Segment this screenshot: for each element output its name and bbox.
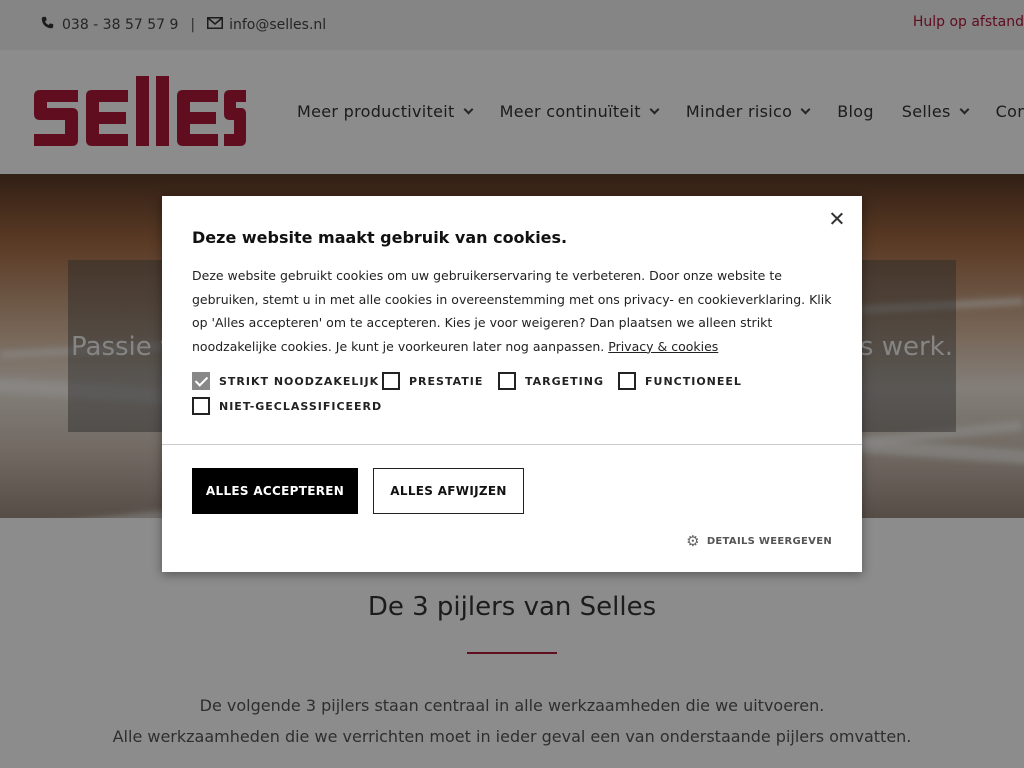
checkbox[interactable] <box>498 372 516 390</box>
modal-divider <box>162 444 862 445</box>
category-targeting[interactable]: TARGETING <box>498 372 604 390</box>
cookie-body-text: Deze website gebruikt cookies om uw gebr… <box>192 268 832 354</box>
cookie-description: Deze website gebruikt cookies om uw gebr… <box>192 264 832 358</box>
category-strikt-noodzakelijk[interactable]: STRIKT NOODZAKELIJK <box>192 372 379 390</box>
category-label: NIET-GECLASSIFICEERD <box>219 399 383 413</box>
category-label: TARGETING <box>525 374 605 388</box>
cookie-consent-dialog: Deze website maakt gebruik van cookies. … <box>162 196 862 572</box>
cookie-title: Deze website maakt gebruik van cookies. <box>192 228 568 247</box>
checkbox[interactable] <box>382 372 400 390</box>
accept-all-button[interactable]: ALLES ACCEPTEREN <box>192 468 358 514</box>
privacy-cookies-link[interactable]: Privacy & cookies <box>608 339 718 354</box>
category-label: FUNCTIONEEL <box>645 374 742 388</box>
show-details-link[interactable]: ⚙ DETAILS WEERGEVEN <box>686 532 832 550</box>
category-prestatie[interactable]: PRESTATIE <box>382 372 483 390</box>
category-label: STRIKT NOODZAKELIJK <box>219 374 380 388</box>
checkbox-checked[interactable] <box>192 372 210 390</box>
close-icon[interactable] <box>826 208 848 230</box>
category-label: PRESTATIE <box>409 374 484 388</box>
category-niet-geclassificeerd[interactable]: NIET-GECLASSIFICEERD <box>192 397 382 415</box>
checkbox[interactable] <box>192 397 210 415</box>
reject-all-button[interactable]: ALLES AFWIJZEN <box>373 468 524 514</box>
details-label: DETAILS WEERGEVEN <box>706 535 832 547</box>
checkbox[interactable] <box>618 372 636 390</box>
category-functioneel[interactable]: FUNCTIONEEL <box>618 372 742 390</box>
gear-icon: ⚙ <box>686 532 700 550</box>
